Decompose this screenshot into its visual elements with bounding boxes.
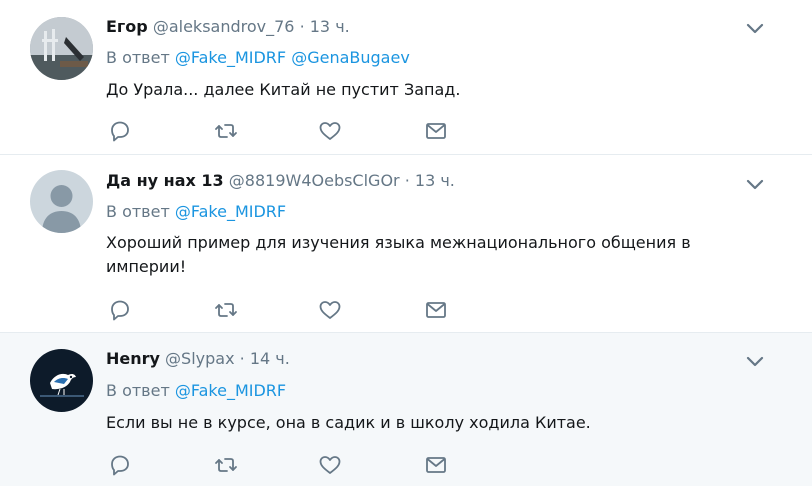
envelope-icon[interactable] (424, 299, 448, 321)
heart-icon[interactable] (318, 120, 342, 142)
author-handle[interactable]: @aleksandrov_76 (153, 17, 295, 36)
envelope-icon[interactable] (424, 454, 448, 476)
mention-link[interactable]: @Fake_MIDRF (175, 202, 286, 221)
mention-link[interactable]: @Fake_MIDRF (175, 48, 286, 67)
tweet-3[interactable]: Henry @Slypax · 14 ч. В ответ @Fake_MIDR… (0, 333, 812, 486)
separator-dot: · (404, 171, 410, 190)
chevron-down-icon[interactable] (746, 23, 764, 35)
action-bar (108, 120, 448, 142)
reply-prefix: В ответ (106, 381, 170, 400)
author-name[interactable]: Henry (106, 349, 160, 368)
reply-prefix: В ответ (106, 202, 170, 221)
chevron-down-icon[interactable] (746, 356, 764, 368)
default-avatar-icon (30, 170, 93, 233)
tweet-header: Егор @aleksandrov_76 · 13 ч. (106, 17, 350, 37)
avatar[interactable] (30, 349, 93, 412)
tweet-1[interactable]: Егор @aleksandrov_76 · 13 ч. В ответ @Fa… (0, 0, 812, 155)
reply-icon[interactable] (108, 120, 132, 142)
separator-dot: · (299, 17, 305, 36)
mention-link[interactable]: @GenaBugaev (291, 48, 410, 67)
envelope-icon[interactable] (424, 120, 448, 142)
reply-context: В ответ @Fake_MIDRF (106, 202, 286, 222)
timestamp[interactable]: 13 ч. (415, 171, 455, 190)
avatar[interactable] (30, 170, 93, 233)
separator-dot: · (239, 349, 245, 368)
action-bar (108, 299, 448, 321)
tweet-header: Henry @Slypax · 14 ч. (106, 349, 290, 369)
reply-prefix: В ответ (106, 48, 170, 67)
author-name[interactable]: Егор (106, 17, 148, 36)
bird-avatar-icon (30, 349, 93, 412)
retweet-icon[interactable] (214, 120, 238, 142)
author-name[interactable]: Да ну нах 13 (106, 171, 224, 190)
avatar-photo-icon (30, 17, 93, 80)
heart-icon[interactable] (318, 454, 342, 476)
author-handle[interactable]: @Slypax (165, 349, 235, 368)
tweet-text: Хороший пример для изучения языка межнац… (106, 233, 691, 276)
retweet-icon[interactable] (214, 454, 238, 476)
author-handle[interactable]: @8819W4OebsClGOr (229, 171, 400, 190)
timestamp[interactable]: 13 ч. (310, 17, 350, 36)
timestamp[interactable]: 14 ч. (250, 349, 290, 368)
chevron-down-icon[interactable] (746, 179, 764, 191)
reply-context: В ответ @Fake_MIDRF @GenaBugaev (106, 48, 410, 68)
mention-link[interactable]: @Fake_MIDRF (175, 381, 286, 400)
reply-context: В ответ @Fake_MIDRF (106, 381, 286, 401)
tweet-text: Если вы не в курсе, она в садик и в школ… (106, 413, 591, 432)
action-bar (108, 454, 448, 476)
heart-icon[interactable] (318, 299, 342, 321)
reply-icon[interactable] (108, 299, 132, 321)
tweet-text: До Урала... далее Китай не пустит Запад. (106, 80, 461, 99)
tweet-2[interactable]: Да ну нах 13 @8819W4OebsClGOr · 13 ч. В … (0, 155, 812, 333)
reply-icon[interactable] (108, 454, 132, 476)
avatar[interactable] (30, 17, 93, 80)
retweet-icon[interactable] (214, 299, 238, 321)
tweet-header: Да ну нах 13 @8819W4OebsClGOr · 13 ч. (106, 171, 455, 191)
